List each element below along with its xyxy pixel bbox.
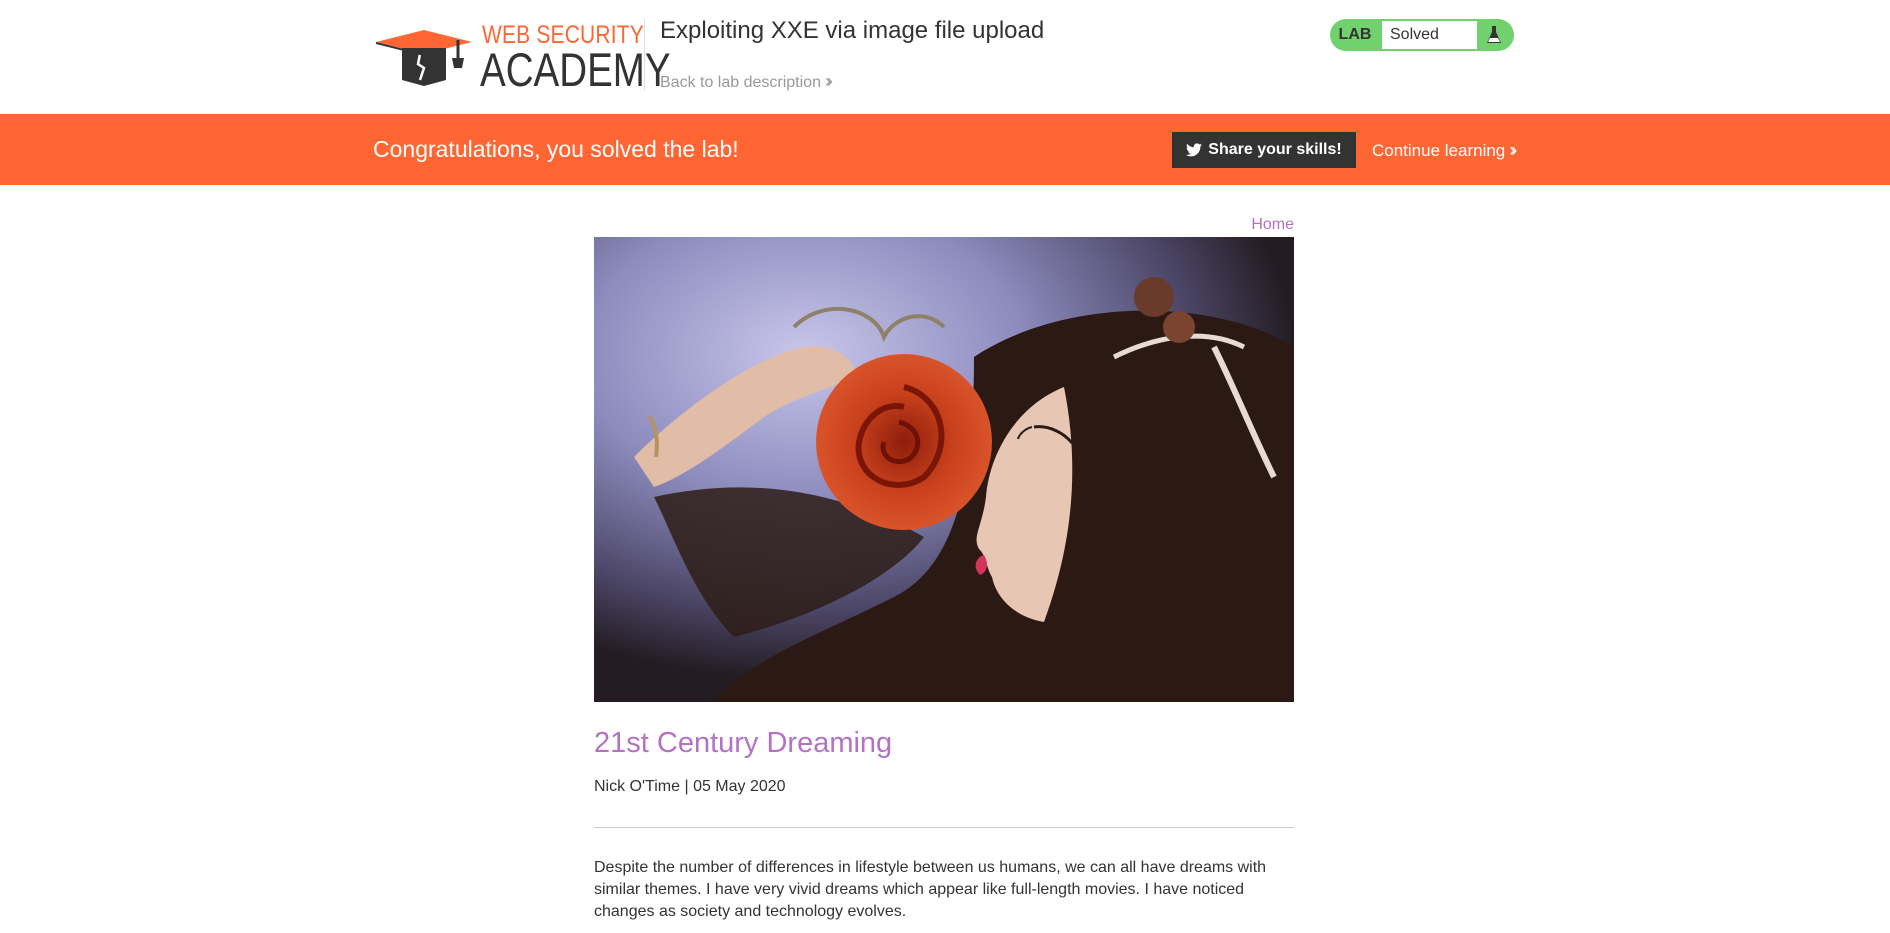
double-chevron-right-icon: ›› bbox=[824, 71, 833, 91]
lab-badge: LAB bbox=[1338, 26, 1372, 43]
post-image bbox=[594, 237, 1294, 702]
lab-status-text: Solved bbox=[1382, 21, 1477, 49]
share-skills-button[interactable]: Share your skills! bbox=[1172, 132, 1356, 168]
web-security-academy-logo[interactable]: WEB SECURITY ACADEMY bbox=[374, 18, 671, 96]
continue-learning-link[interactable]: Continue learning ›› bbox=[1372, 140, 1517, 161]
back-link-label: Back to lab description bbox=[660, 74, 821, 91]
share-button-label: Share your skills! bbox=[1208, 141, 1342, 158]
continue-link-label: Continue learning bbox=[1372, 141, 1506, 160]
back-to-lab-description-link[interactable]: Back to lab description ›› bbox=[660, 71, 833, 92]
post-title: 21st Century Dreaming bbox=[594, 727, 893, 759]
post-meta: Nick O'Time | 05 May 2020 bbox=[594, 778, 786, 795]
post-body-paragraph: Despite the number of differences in lif… bbox=[594, 859, 1267, 920]
notification-banner: Congratulations, you solved the lab! Sha… bbox=[0, 114, 1890, 185]
post-photo-illustration bbox=[594, 237, 1294, 702]
flask-icon bbox=[1487, 26, 1501, 43]
academy-header: WEB SECURITY ACADEMY Exploiting XXE via … bbox=[0, 0, 1890, 114]
lab-title: Exploiting XXE via image file upload bbox=[660, 17, 1045, 44]
graduation-cap-logo-icon bbox=[376, 30, 472, 86]
twitter-icon bbox=[1186, 143, 1203, 157]
home-link[interactable]: Home bbox=[1251, 216, 1294, 234]
logo-bottom-text: ACADEMY bbox=[480, 43, 671, 96]
post-divider bbox=[594, 827, 1294, 828]
congratulations-message: Congratulations, you solved the lab! bbox=[373, 136, 739, 162]
lab-status-widget: LAB Solved bbox=[1330, 19, 1514, 51]
double-chevron-right-icon: ›› bbox=[1509, 140, 1517, 160]
header-divider bbox=[644, 19, 645, 91]
